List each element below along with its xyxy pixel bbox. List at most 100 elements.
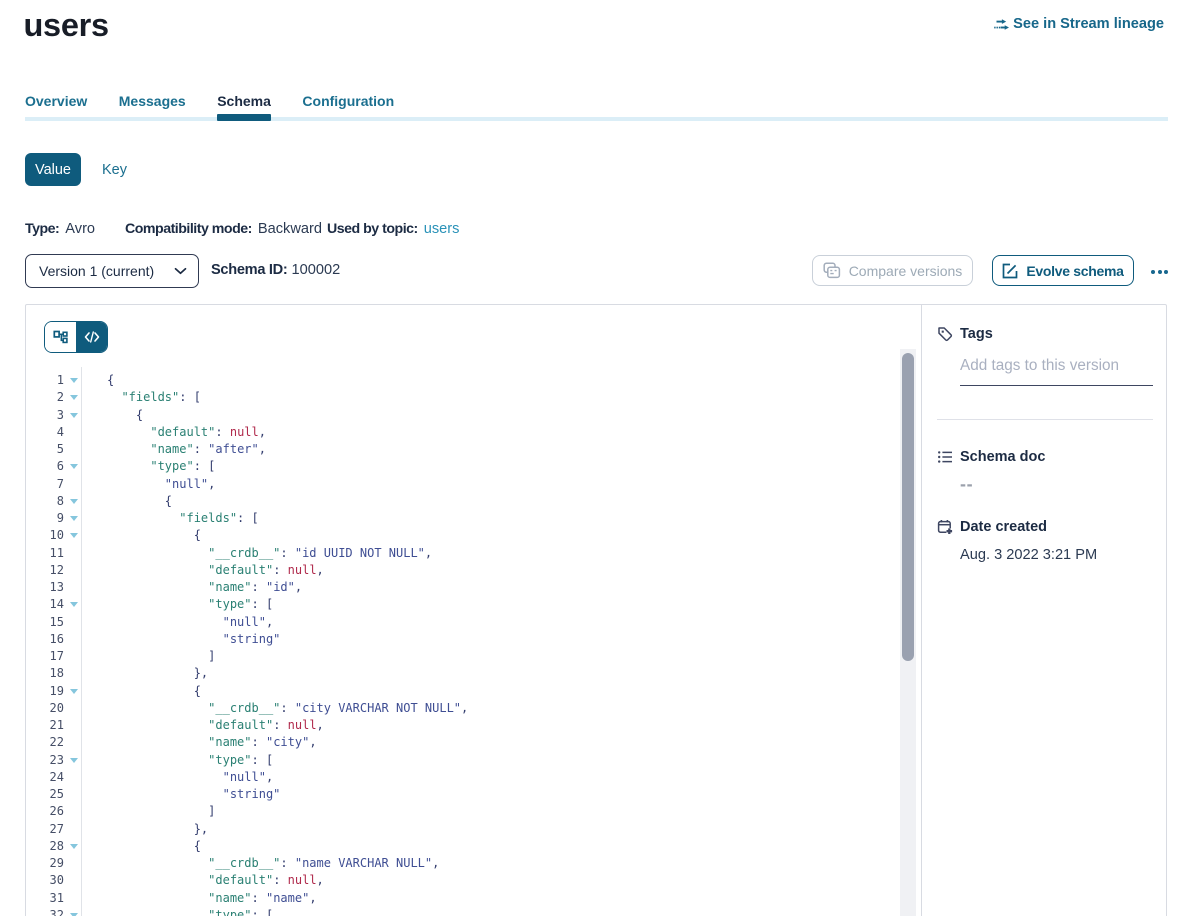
tab-configuration[interactable]: Configuration xyxy=(302,93,394,120)
editor-scrollbar[interactable] xyxy=(900,349,916,916)
line-number: 17 xyxy=(26,648,64,665)
code-lines: 1{2 "fields": [3 {4 "default": null,5 "n… xyxy=(26,372,900,916)
evolve-schema-button[interactable]: Evolve schema xyxy=(992,255,1134,286)
line-number: 8 xyxy=(26,493,64,510)
tab-overview[interactable]: Overview xyxy=(25,93,87,120)
type-value: Avro xyxy=(65,221,95,237)
line-number: 9 xyxy=(26,510,64,527)
code-line: 1{ xyxy=(26,372,900,389)
compare-versions-label: Compare versions xyxy=(849,263,963,279)
schema-id-value: 100002 xyxy=(292,262,341,278)
chevron-down-icon xyxy=(174,267,187,275)
fold-spacer xyxy=(66,579,82,596)
schema-doc-heading: Schema doc xyxy=(937,449,1153,465)
code-text: "default": null, xyxy=(82,717,324,734)
code-line: 15 "null", xyxy=(26,614,900,631)
code-text: "default": null, xyxy=(82,562,324,579)
stream-lineage-link[interactable]: See in Stream lineage xyxy=(994,16,1164,32)
fold-spacer xyxy=(66,648,82,665)
tab-key[interactable]: Key xyxy=(90,153,139,186)
date-created-heading: Date created xyxy=(937,519,1153,535)
fold-spacer xyxy=(66,786,82,803)
code-text: "default": null, xyxy=(82,872,324,889)
fold-spacer xyxy=(66,665,82,682)
code-text: { xyxy=(82,372,114,389)
schema-id: Schema ID: 100002 xyxy=(211,262,340,278)
code-text: "name": "name", xyxy=(82,890,317,907)
code-line: 31 "name": "name", xyxy=(26,890,900,907)
stream-lineage-label: See in Stream lineage xyxy=(1013,16,1164,32)
code-line: 4 "default": null, xyxy=(26,424,900,441)
dot xyxy=(1158,270,1162,274)
fold-toggle[interactable] xyxy=(66,458,82,475)
fold-toggle[interactable] xyxy=(66,372,82,389)
topic-link[interactable]: users xyxy=(424,221,460,237)
fold-toggle[interactable] xyxy=(66,907,82,916)
fold-toggle[interactable] xyxy=(66,389,82,406)
tab-schema[interactable]: Schema xyxy=(217,93,271,120)
fold-toggle[interactable] xyxy=(66,510,82,527)
fold-spacer xyxy=(66,545,82,562)
code-line: 24 "null", xyxy=(26,769,900,786)
fold-toggle[interactable] xyxy=(66,527,82,544)
fold-toggle[interactable] xyxy=(66,596,82,613)
fold-spacer xyxy=(66,476,82,493)
code-line: 29 "__crdb__": "name VARCHAR NULL", xyxy=(26,855,900,872)
schema-doc-value: -- xyxy=(960,474,1153,495)
more-actions-button[interactable] xyxy=(1151,265,1168,279)
code-text: "__crdb__": "city VARCHAR NOT NULL", xyxy=(82,700,468,717)
tree-view-button[interactable] xyxy=(45,322,76,352)
topic-label: Used by topic: xyxy=(327,221,418,237)
line-number: 5 xyxy=(26,441,64,458)
line-number: 13 xyxy=(26,579,64,596)
code-view-button[interactable] xyxy=(76,322,107,352)
code-line: 9 "fields": [ xyxy=(26,510,900,527)
fold-spacer xyxy=(66,700,82,717)
tab-messages[interactable]: Messages xyxy=(119,93,186,120)
details-sidebar: Tags Schema doc -- xyxy=(922,305,1168,916)
schema-code-editor[interactable]: 1{2 "fields": [3 {4 "default": null,5 "n… xyxy=(26,349,900,916)
version-select[interactable]: Version 1 (current) xyxy=(25,254,199,288)
code-line: 13 "name": "id", xyxy=(26,579,900,596)
line-number: 10 xyxy=(26,527,64,544)
code-line: 20 "__crdb__": "city VARCHAR NOT NULL", xyxy=(26,700,900,717)
tab-value[interactable]: Value xyxy=(25,153,81,186)
code-text: "fields": [ xyxy=(82,510,259,527)
fold-toggle[interactable] xyxy=(66,493,82,510)
code-pane: 1{2 "fields": [3 {4 "default": null,5 "n… xyxy=(26,305,921,916)
editor-scrollbar-thumb[interactable] xyxy=(902,353,915,661)
code-line: 28 { xyxy=(26,838,900,855)
add-tags-input[interactable] xyxy=(960,357,1153,386)
fold-toggle[interactable] xyxy=(66,838,82,855)
line-number: 4 xyxy=(26,424,64,441)
fold-toggle[interactable] xyxy=(66,683,82,700)
tags-heading: Tags xyxy=(937,326,1153,342)
date-created-label: Date created xyxy=(960,519,1047,535)
code-text: "default": null, xyxy=(82,424,266,441)
page-title: users xyxy=(24,7,109,43)
type-label: Type: xyxy=(25,221,59,237)
line-number: 18 xyxy=(26,665,64,682)
code-line: 25 "string" xyxy=(26,786,900,803)
line-number: 19 xyxy=(26,683,64,700)
code-line: 8 { xyxy=(26,493,900,510)
fold-spacer xyxy=(66,769,82,786)
code-text: { xyxy=(82,838,201,855)
schema-page: users See in Stream lineage Overview Mess… xyxy=(0,0,1189,916)
code-text: "type": [ xyxy=(82,752,273,769)
fold-spacer xyxy=(66,803,82,820)
line-number: 14 xyxy=(26,596,64,613)
line-number: 30 xyxy=(26,872,64,889)
stream-lineage-icon xyxy=(994,18,1009,31)
compare-versions-button[interactable]: Compare versions xyxy=(812,255,973,286)
code-line: 32 "type": [ xyxy=(26,907,900,916)
fold-toggle[interactable] xyxy=(66,752,82,769)
fold-toggle[interactable] xyxy=(66,407,82,424)
code-text: ] xyxy=(82,803,215,820)
tree-view-icon xyxy=(53,329,69,345)
code-line: 19 { xyxy=(26,683,900,700)
fold-spacer xyxy=(66,717,82,734)
compat-value: Backward xyxy=(258,221,322,237)
controls-row: Version 1 (current) Schema ID: 100002 Co… xyxy=(25,254,1164,288)
line-number: 24 xyxy=(26,769,64,786)
